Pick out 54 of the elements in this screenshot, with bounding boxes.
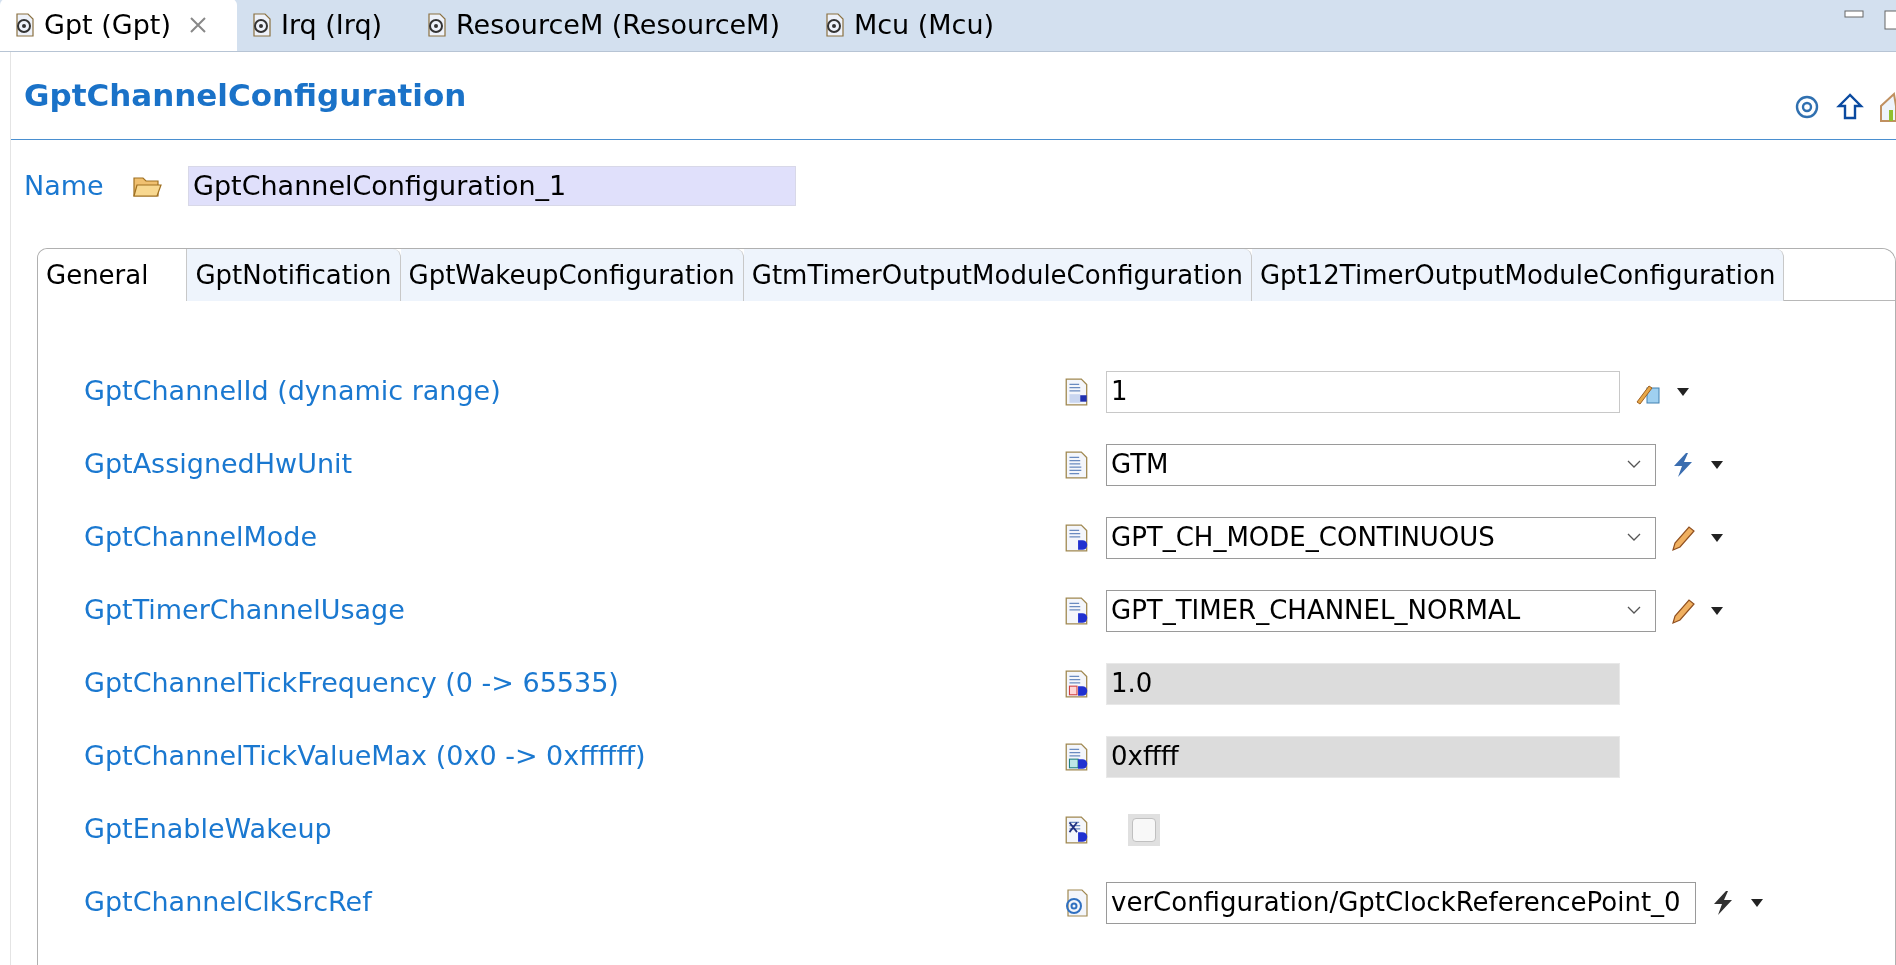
document-icon (250, 13, 273, 37)
chevron-down-icon (1627, 533, 1641, 542)
dropdown-arrow-icon[interactable] (1710, 532, 1724, 543)
parameter-label: GptChannelTickFrequency (0 -> 65535) (84, 667, 619, 699)
parameter-label: GptChannelTickValueMax (0x0 -> 0xffffff) (84, 740, 646, 772)
integer-type-icon (1064, 377, 1090, 406)
tab[interactable]: GptNotification (187, 249, 401, 301)
hex-type-icon (1064, 742, 1090, 771)
name-field[interactable]: GptChannelConfiguration_1 (188, 166, 796, 206)
tab[interactable]: Gpt12TimerOutputModuleConfiguration (1251, 249, 1785, 301)
float-type-icon (1064, 669, 1090, 698)
maximize-icon[interactable] (1884, 10, 1896, 30)
editor-tab[interactable]: ResourceM (ResourceM) (412, 0, 810, 51)
string-type-icon (1064, 450, 1090, 479)
dropdown-arrow-icon[interactable] (1676, 386, 1690, 397)
editor-tab[interactable]: Irq (Irq) (236, 0, 413, 51)
text-field[interactable]: 1.0 (1106, 662, 1620, 705)
dropdown-arrow-icon[interactable] (1710, 605, 1724, 616)
up-arrow-icon[interactable] (1836, 92, 1864, 121)
chevron-down-icon (1627, 460, 1641, 469)
dropdown[interactable]: GPT_CH_MODE_CONTINUOUS (1106, 516, 1656, 559)
dropdown[interactable]: GPT_TIMER_CHANNEL_NORMAL (1106, 589, 1656, 632)
enum-type-icon (1064, 523, 1090, 552)
boolean-type-icon (1064, 815, 1090, 844)
page-title: GptChannelConfiguration (24, 76, 467, 116)
close-icon[interactable] (188, 16, 207, 34)
parameter-label: GptAssignedHwUnit (84, 448, 353, 480)
minimize-icon[interactable] (1844, 10, 1864, 18)
chevron-down-icon (1627, 606, 1641, 615)
parameter-label: GptTimerChannelUsage (84, 594, 405, 626)
document-icon (14, 13, 36, 37)
reference-dropdown[interactable]: verConfiguration/GptClockReferencePoint_0 (1106, 881, 1696, 924)
dropdown-arrow-icon[interactable] (1750, 897, 1764, 908)
dropdown-arrow-icon[interactable] (1710, 459, 1724, 470)
name-label: Name (24, 168, 105, 203)
editor-tab[interactable]: Mcu (Mcu) (809, 0, 1025, 51)
editor-tab[interactable]: Gpt (Gpt) (0, 0, 237, 51)
document-icon (823, 13, 846, 37)
folder-icon (132, 174, 162, 198)
text-field[interactable]: 0xffff (1106, 735, 1620, 778)
checkbox[interactable] (1132, 817, 1156, 842)
tab[interactable]: GtmTimerOutputModuleConfiguration (743, 249, 1252, 301)
parameter-label: GptChannelClkSrcRef (84, 886, 372, 918)
text-field[interactable]: 1 (1106, 370, 1620, 413)
dropdown[interactable]: GTM (1106, 443, 1656, 486)
document-icon (426, 13, 449, 37)
enum-type-icon (1064, 596, 1090, 625)
parameter-label: GptChannelId (dynamic range) (84, 375, 501, 407)
tab[interactable]: General (38, 249, 188, 301)
parameter-label: GptEnableWakeup (84, 813, 332, 845)
tab[interactable]: GptWakeupConfiguration (400, 249, 744, 301)
home-icon[interactable] (1880, 91, 1896, 122)
reference-type-icon (1064, 888, 1090, 917)
parameter-label: GptChannelMode (84, 521, 318, 553)
